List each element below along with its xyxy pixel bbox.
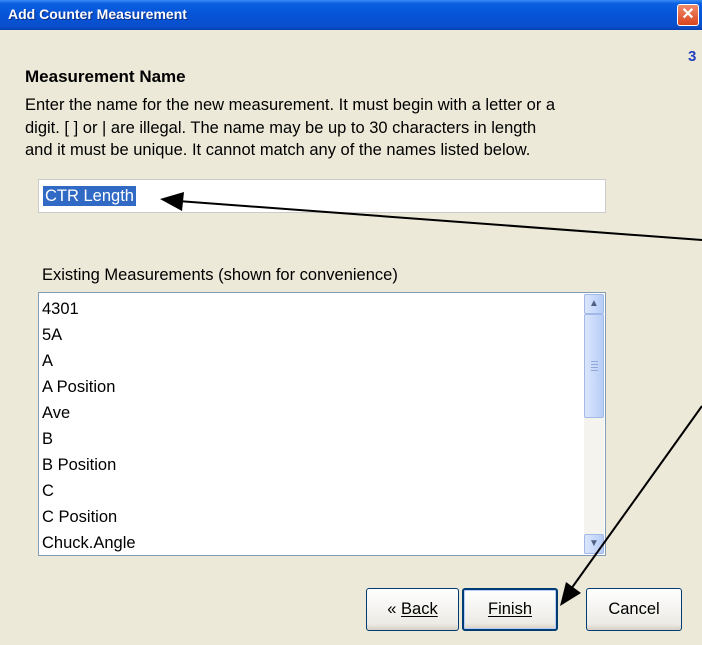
- arrowhead-icon: [160, 192, 184, 211]
- dialog-window: Add Counter Measurement ✕ 3 Measurement …: [0, 0, 702, 645]
- arrowhead-icon: [560, 582, 581, 606]
- annotation-arrows: [160, 192, 702, 606]
- arrow-line: [570, 405, 702, 590]
- arrow-line: [177, 200, 702, 241]
